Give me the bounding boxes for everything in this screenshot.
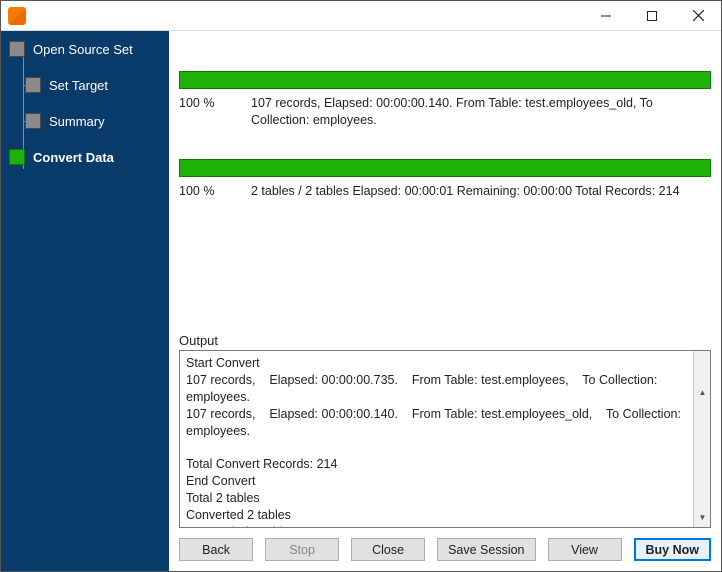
main-pane: 100 % 107 records, Elapsed: 00:00:00.140… <box>169 31 721 571</box>
save-session-button[interactable]: Save Session <box>437 538 535 561</box>
output-content: Start Convert 107 records, Elapsed: 00:0… <box>186 356 684 528</box>
back-button[interactable]: Back <box>179 538 253 561</box>
close-button[interactable] <box>675 1 721 31</box>
buy-now-button[interactable]: Buy Now <box>634 538 711 561</box>
maximize-button[interactable] <box>629 1 675 31</box>
output-textarea[interactable]: Start Convert 107 records, Elapsed: 00:0… <box>179 350 711 528</box>
task-progress-bar <box>179 71 711 89</box>
overall-progress-percent: 100 % <box>179 183 251 200</box>
wizard-step-convert-data[interactable]: Convert Data <box>1 145 169 169</box>
step-box-icon <box>9 41 25 57</box>
titlebar <box>1 1 721 31</box>
close-button-bottom[interactable]: Close <box>351 538 425 561</box>
view-button[interactable]: View <box>548 538 622 561</box>
step-label: Convert Data <box>33 150 114 165</box>
task-progress-block: 100 % 107 records, Elapsed: 00:00:00.140… <box>179 71 711 129</box>
wizard-sidebar: Open Source Set Set Target Summary Conve… <box>1 31 169 571</box>
step-label: Summary <box>49 114 105 129</box>
step-box-icon <box>9 149 25 165</box>
stop-button: Stop <box>265 538 339 561</box>
overall-progress-text: 2 tables / 2 tables Elapsed: 00:00:01 Re… <box>251 183 711 200</box>
step-label: Set Target <box>49 78 108 93</box>
output-label: Output <box>179 333 711 348</box>
task-progress-text: 107 records, Elapsed: 00:00:00.140. From… <box>251 95 711 129</box>
scroll-up-icon[interactable]: ▲ <box>694 385 711 402</box>
button-row: Back Stop Close Save Session View Buy No… <box>175 528 715 565</box>
minimize-button[interactable] <box>583 1 629 31</box>
wizard-step-summary[interactable]: Summary <box>1 109 169 133</box>
scrollbar-vertical[interactable]: ▲ ▼ <box>693 351 710 527</box>
task-progress-percent: 100 % <box>179 95 251 129</box>
app-icon <box>8 7 26 25</box>
overall-progress-bar <box>179 159 711 177</box>
overall-progress-block: 100 % 2 tables / 2 tables Elapsed: 00:00… <box>179 159 711 200</box>
wizard-step-set-target[interactable]: Set Target <box>1 73 169 97</box>
scroll-down-icon[interactable]: ▼ <box>694 510 711 527</box>
step-label: Open Source Set <box>33 42 133 57</box>
wizard-step-open-source-set[interactable]: Open Source Set <box>1 37 169 61</box>
step-box-icon <box>25 77 41 93</box>
step-box-icon <box>25 113 41 129</box>
